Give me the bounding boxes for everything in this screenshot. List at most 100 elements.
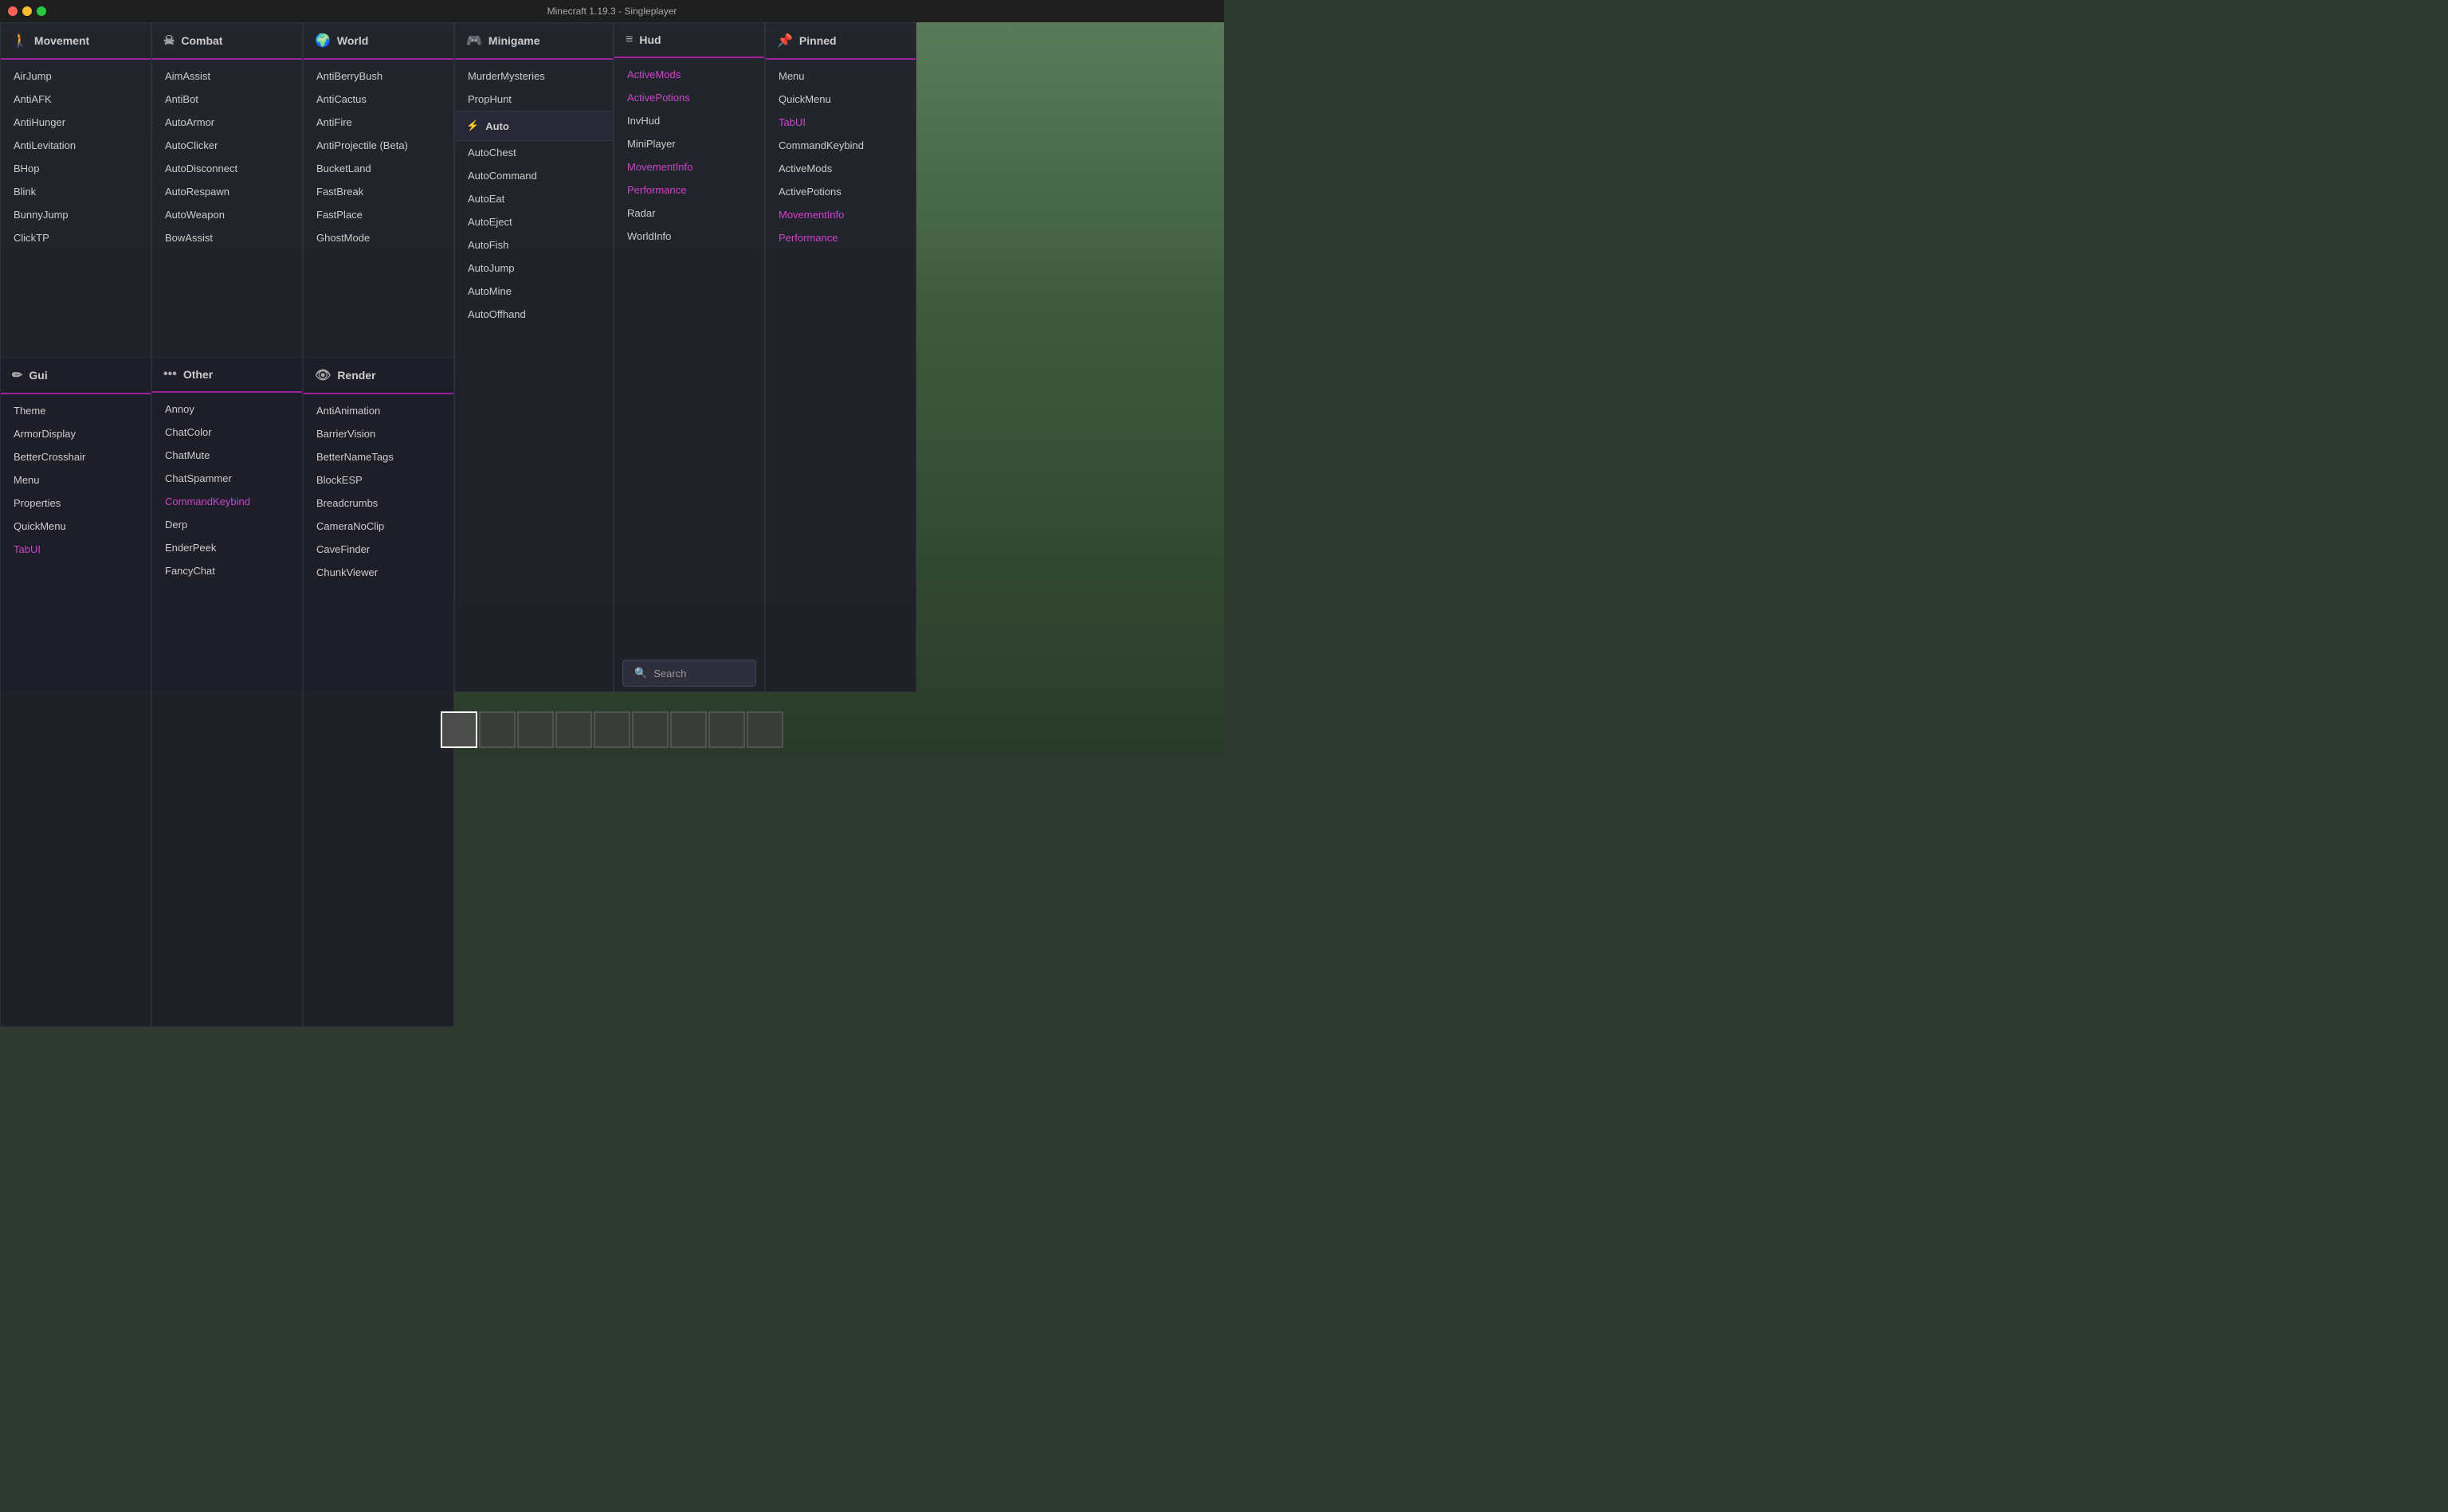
list-item[interactable]: ActiveMods — [614, 63, 764, 86]
list-item[interactable]: CommandKeybind — [152, 490, 302, 513]
list-item[interactable]: ClickTP — [1, 226, 151, 249]
list-item[interactable]: AutoWeapon — [152, 203, 302, 226]
list-item[interactable]: QuickMenu — [766, 88, 916, 111]
list-item[interactable]: AirJump — [1, 65, 151, 88]
pinned-header: 📌 Pinned — [766, 23, 916, 60]
hud-panel: ≡ Hud ActiveMods ActivePotions InvHud Mi… — [614, 22, 765, 692]
list-item[interactable]: GhostMode — [304, 226, 453, 249]
list-item[interactable]: QuickMenu — [1, 515, 151, 538]
list-item[interactable]: ChatColor — [152, 421, 302, 444]
hotbar-slot[interactable] — [632, 711, 669, 748]
list-item[interactable]: ActivePotions — [766, 180, 916, 203]
list-item[interactable]: ChatSpammer — [152, 467, 302, 490]
search-icon: 🔍 — [634, 667, 647, 680]
list-item[interactable]: BarrierVision — [304, 422, 453, 445]
list-item[interactable]: AutoEject — [455, 210, 613, 233]
list-item[interactable]: TabUI — [1, 538, 151, 561]
list-item[interactable]: FastBreak — [304, 180, 453, 203]
list-item[interactable]: AntiAnimation — [304, 399, 453, 422]
list-item[interactable]: ActivePotions — [614, 86, 764, 109]
list-item[interactable]: AutoDisconnect — [152, 157, 302, 180]
world-label: World — [337, 34, 368, 47]
list-item[interactable]: Radar — [614, 202, 764, 225]
list-item[interactable]: Blink — [1, 180, 151, 203]
list-item[interactable]: AutoChest — [455, 141, 613, 164]
list-item[interactable]: BowAssist — [152, 226, 302, 249]
list-item[interactable]: Menu — [1, 468, 151, 492]
pinned-items: Menu QuickMenu TabUI CommandKeybind Acti… — [766, 60, 916, 691]
list-item[interactable]: Annoy — [152, 398, 302, 421]
movement-header: 🚶 Movement — [1, 23, 151, 60]
list-item[interactable]: BunnyJump — [1, 203, 151, 226]
list-item[interactable]: AutoFish — [455, 233, 613, 257]
list-item[interactable]: ChatMute — [152, 444, 302, 467]
list-item[interactable]: BetterCrosshair — [1, 445, 151, 468]
list-item[interactable]: AntiBot — [152, 88, 302, 111]
list-item[interactable]: ActiveMods — [766, 157, 916, 180]
list-item[interactable]: AutoOffhand — [455, 303, 613, 326]
list-item[interactable]: FancyChat — [152, 559, 302, 582]
list-item[interactable]: AutoArmor — [152, 111, 302, 134]
window-controls[interactable] — [8, 6, 46, 16]
list-item[interactable]: Properties — [1, 492, 151, 515]
list-item[interactable]: CaveFinder — [304, 538, 453, 561]
list-item[interactable]: Performance — [766, 226, 916, 249]
list-item[interactable]: Theme — [1, 399, 151, 422]
list-item[interactable]: AntiAFK — [1, 88, 151, 111]
minimize-button[interactable] — [22, 6, 32, 16]
list-item[interactable]: AntiCactus — [304, 88, 453, 111]
list-item[interactable]: ArmorDisplay — [1, 422, 151, 445]
minigame-icon: 🎮 — [466, 33, 482, 49]
list-item[interactable]: AutoRespawn — [152, 180, 302, 203]
list-item[interactable]: AntiHunger — [1, 111, 151, 134]
list-item[interactable]: BucketLand — [304, 157, 453, 180]
list-item[interactable]: PropHunt — [455, 88, 613, 111]
list-item[interactable]: Derp — [152, 513, 302, 536]
movement-label: Movement — [34, 34, 89, 47]
list-item[interactable]: TabUI — [766, 111, 916, 134]
list-item[interactable]: CameraNoClip — [304, 515, 453, 538]
close-button[interactable] — [8, 6, 18, 16]
list-item[interactable]: AutoEat — [455, 187, 613, 210]
list-item[interactable]: Breadcrumbs — [304, 492, 453, 515]
list-item[interactable]: AntiLevitation — [1, 134, 151, 157]
minigame-header: 🎮 Minigame — [455, 23, 613, 60]
list-item[interactable]: BHop — [1, 157, 151, 180]
list-item[interactable]: FastPlace — [304, 203, 453, 226]
hotbar-slot[interactable] — [479, 711, 516, 748]
hotbar-slot[interactable] — [670, 711, 707, 748]
list-item[interactable]: AntiProjectile (Beta) — [304, 134, 453, 157]
list-item[interactable]: Performance — [614, 178, 764, 202]
list-item[interactable]: AutoClicker — [152, 134, 302, 157]
hotbar-slot[interactable] — [594, 711, 630, 748]
list-item[interactable]: CommandKeybind — [766, 134, 916, 157]
list-item[interactable]: AutoMine — [455, 280, 613, 303]
list-item[interactable]: WorldInfo — [614, 225, 764, 248]
list-item[interactable]: MurderMysteries — [455, 65, 613, 88]
list-item[interactable]: AntiBerryBush — [304, 65, 453, 88]
list-item[interactable]: MiniPlayer — [614, 132, 764, 155]
list-item[interactable]: AutoCommand — [455, 164, 613, 187]
list-item[interactable]: BlockESP — [304, 468, 453, 492]
other-label: Other — [183, 368, 213, 381]
list-item[interactable]: AntiFire — [304, 111, 453, 134]
hotbar-slot[interactable] — [441, 711, 477, 748]
list-item[interactable]: ChunkViewer — [304, 561, 453, 584]
hotbar-slot[interactable] — [517, 711, 554, 748]
list-item[interactable]: BetterNameTags — [304, 445, 453, 468]
other-icon: ••• — [163, 367, 177, 382]
hud-search[interactable]: 🔍 Search — [622, 660, 756, 687]
list-item[interactable]: MovementInfo — [766, 203, 916, 226]
hotbar-slot[interactable] — [708, 711, 745, 748]
list-item[interactable]: InvHud — [614, 109, 764, 132]
gui-label: Gui — [29, 369, 47, 382]
list-item[interactable]: MovementInfo — [614, 155, 764, 178]
combat-icon: ☠ — [163, 33, 175, 49]
maximize-button[interactable] — [37, 6, 46, 16]
list-item[interactable]: Menu — [766, 65, 916, 88]
list-item[interactable]: AutoJump — [455, 257, 613, 280]
list-item[interactable]: AimAssist — [152, 65, 302, 88]
hotbar-slot[interactable] — [555, 711, 592, 748]
list-item[interactable]: EnderPeek — [152, 536, 302, 559]
hotbar-slot[interactable] — [747, 711, 783, 748]
